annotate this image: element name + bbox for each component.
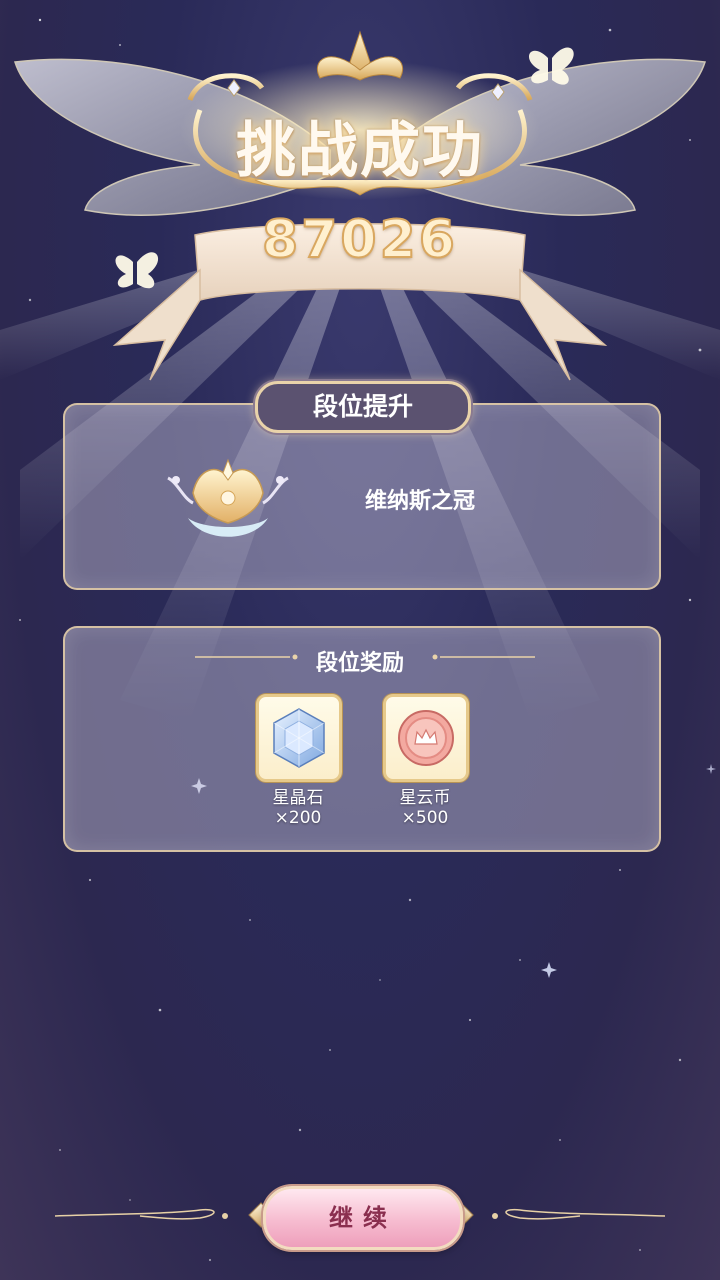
result-title: 挑战成功 bbox=[236, 116, 484, 186]
reward-quantity: ×500 bbox=[401, 808, 449, 828]
reward-heading: 段位奖励 bbox=[315, 651, 404, 676]
coin-icon bbox=[398, 710, 454, 766]
crystal-icon bbox=[273, 708, 325, 768]
rank-name: 维纳斯之冠 bbox=[364, 489, 475, 514]
footer-ornament-right bbox=[492, 1208, 666, 1220]
crown-icon bbox=[167, 458, 289, 537]
reward-item[interactable]: 星云币 ×500 bbox=[383, 694, 469, 828]
score-value: 87026 bbox=[261, 209, 458, 271]
footer-ornament-left bbox=[54, 1208, 228, 1220]
reward-item[interactable]: 星晶石 ×200 bbox=[256, 694, 342, 828]
rank-up-tab: 段位提升 bbox=[255, 381, 471, 433]
victory-emblem bbox=[14, 30, 706, 381]
reward-quantity: ×200 bbox=[274, 808, 322, 828]
reward-icon-frame bbox=[256, 694, 342, 782]
continue-button[interactable]: 继续 bbox=[263, 1186, 463, 1250]
reward-icon-frame bbox=[383, 694, 469, 782]
reward-name: 星云币 bbox=[399, 788, 451, 808]
reward-name: 星晶石 bbox=[272, 788, 324, 808]
